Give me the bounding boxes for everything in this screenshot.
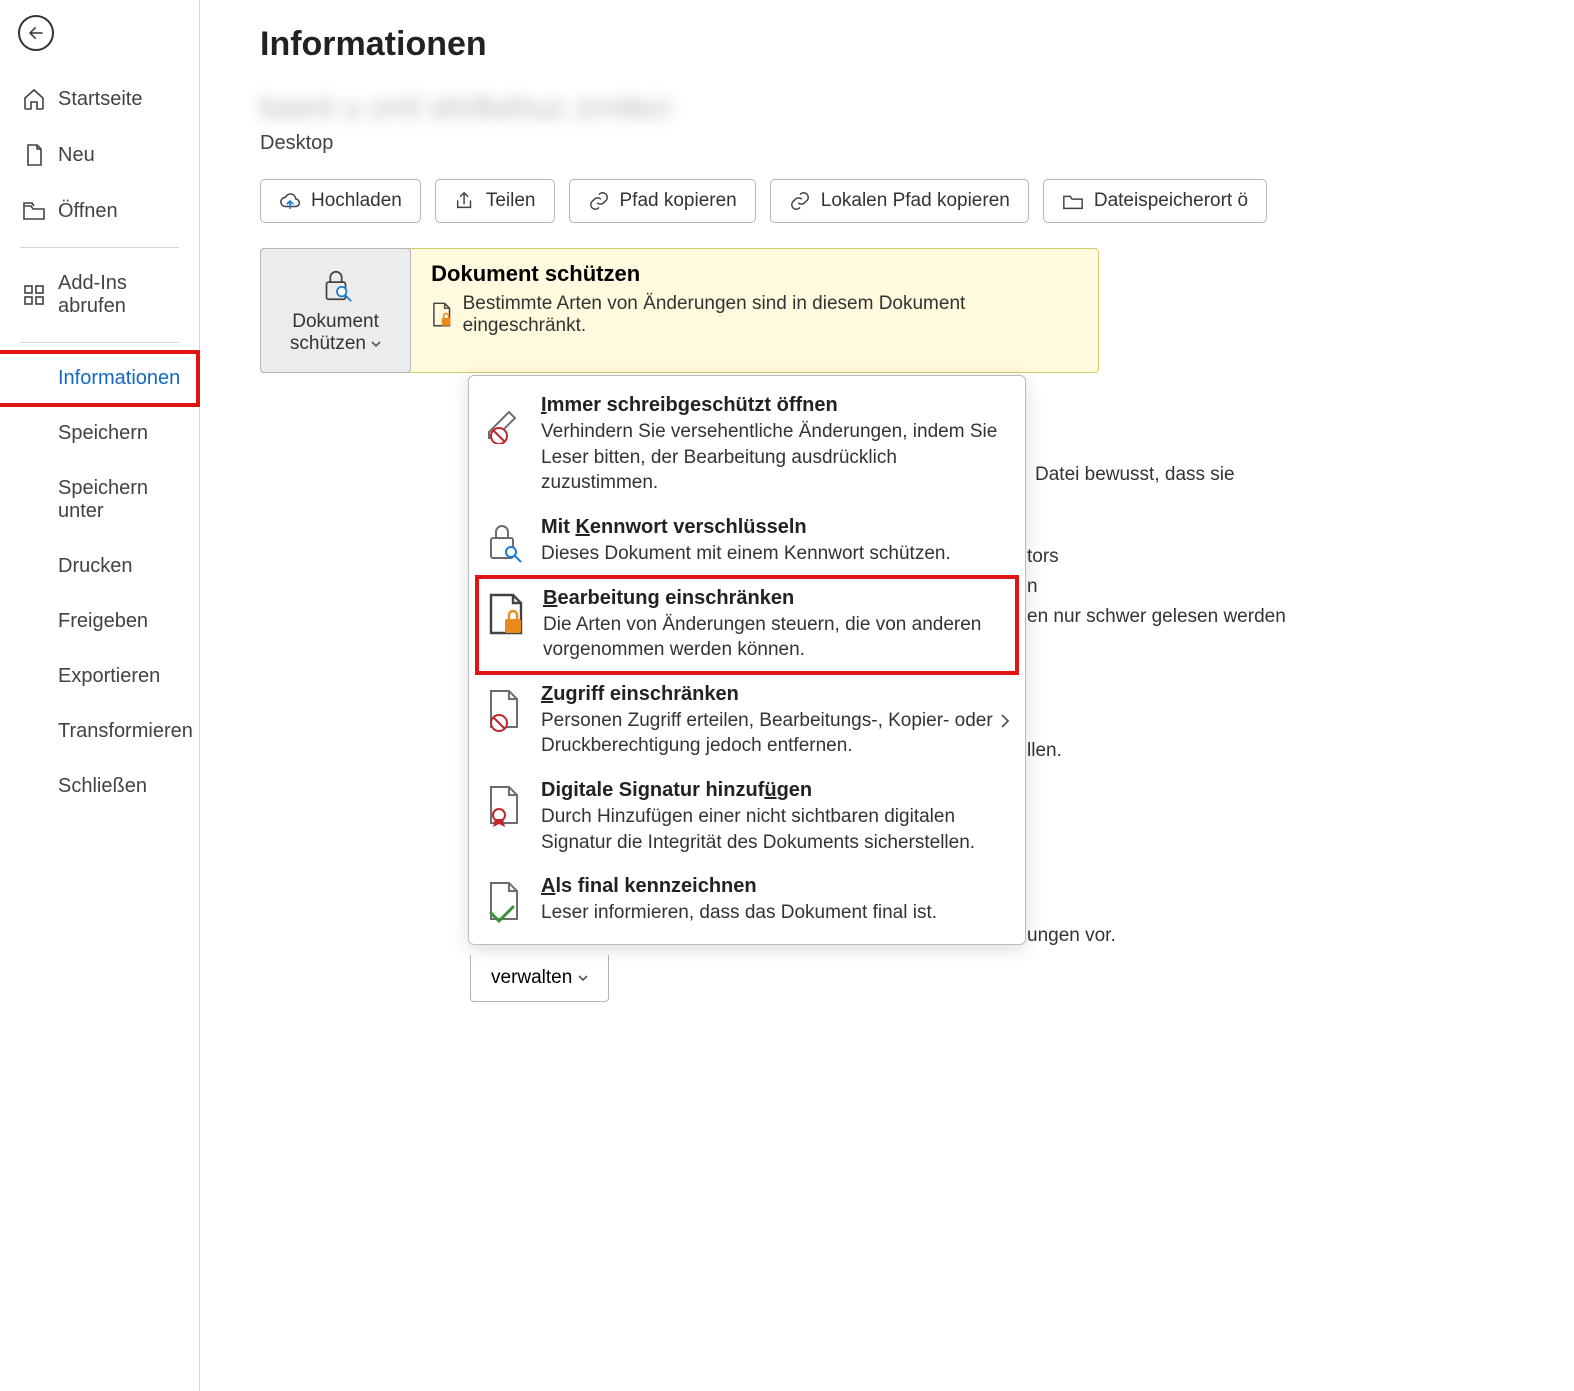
upload-button[interactable]: Hochladen [260,179,421,223]
menu-item-desc: Dieses Dokument mit einem Kennwort schüt… [541,541,1007,567]
menu-item-desc: Durch Hinzufügen einer nicht sichtbaren … [541,804,1007,855]
lock-key-icon [481,520,527,566]
sidebar-item-exportieren[interactable]: Exportieren [0,649,199,704]
link-icon [789,190,811,212]
sidebar-item-speichern[interactable]: Speichern [0,406,199,461]
open-location-button[interactable]: Dateispeicherort ö [1043,179,1267,223]
button-label: Lokalen Pfad kopieren [821,190,1010,212]
sidebar-item-speichern-unter[interactable]: Speichern unter [0,461,199,539]
lock-key-icon [317,267,355,303]
pencil-prohibit-icon [481,398,527,444]
sidebar-item-label: Speichern [58,422,148,445]
protect-document-dropdown-button[interactable]: Dokument schützen [260,248,411,373]
menu-item-mark-final[interactable]: Als final kennzeichnen Leser informieren… [469,865,1025,936]
document-check-icon [481,879,527,925]
button-label: Hochladen [311,190,402,212]
document-lock-icon [483,591,529,637]
menu-item-title: Digitale Signatur hinzufügen [541,779,1007,802]
sidebar-item-label: Schließen [58,775,147,798]
document-title-obscured: lownt u zml shrlbshuz zrmbcr [260,89,1574,126]
bg-text: tors [1027,546,1059,568]
menu-item-restrict-access[interactable]: Zugriff einschränken Personen Zugriff er… [469,673,1025,769]
new-document-icon [22,143,46,167]
menu-item-encrypt-password[interactable]: Mit Kennwort verschlüsseln Dieses Dokume… [469,506,1025,577]
sidebar-item-label: Informationen [58,367,180,390]
panel-message: Bestimmte Arten von Änderungen sind in d… [463,293,1078,337]
sidebar-item-label: Neu [58,144,95,167]
protect-document-dropdown-menu: Immer schreibgeschützt öffnen Verhindern… [468,375,1026,945]
link-icon [588,190,610,212]
sidebar-item-informationen[interactable]: Informationen [0,351,199,406]
divider [20,247,179,248]
sidebar-item-schliessen[interactable]: Schließen [0,759,199,814]
arrow-left-icon [27,24,45,42]
bg-text: llen. [1027,740,1062,762]
sidebar-item-addins[interactable]: Add-Ins abrufen [0,256,199,334]
menu-item-restrict-editing[interactable]: Bearbeitung einschränken Die Arten von Ä… [475,575,1019,675]
sidebar-item-label: Speichern unter [58,477,199,523]
menu-item-desc: Die Arten von Änderungen steuern, die vo… [543,612,1007,663]
menu-item-readonly[interactable]: Immer schreibgeschützt öffnen Verhindern… [469,384,1025,506]
menu-item-title: Immer schreibgeschützt öffnen [541,394,1007,417]
copy-path-button[interactable]: Pfad kopieren [569,179,756,223]
manage-dropdown-button[interactable]: verwalten [470,955,609,1002]
upload-cloud-icon [279,190,301,212]
folder-open-icon [22,199,46,223]
sidebar-item-label: Freigeben [58,610,148,633]
button-label: Pfad kopieren [620,190,737,212]
document-path: Desktop [260,132,1574,155]
document-prohibit-icon [481,687,527,733]
folder-open-icon [1062,190,1084,212]
main-content: Informationen lownt u zml shrlbshuz zrmb… [200,0,1574,1391]
menu-item-title: Bearbeitung einschränken [543,587,1007,610]
button-label: Teilen [486,190,536,212]
sidebar-item-freigeben[interactable]: Freigeben [0,594,199,649]
sidebar-item-startseite[interactable]: Startseite [0,71,199,127]
menu-item-title: Mit Kennwort verschlüsseln [541,516,1007,539]
menu-item-desc: Leser informieren, dass das Dokument fin… [541,900,1007,926]
bg-text: ungen vor. [1027,925,1116,947]
bg-text: Datei bewusst, dass sie [1035,464,1235,486]
share-icon [454,190,476,212]
button-label: verwalten [491,967,572,989]
document-lock-warning-icon [431,302,452,328]
divider [20,342,179,343]
menu-item-desc: Personen Zugriff erteilen, Bearbeitungs-… [541,708,1007,759]
copy-local-path-button[interactable]: Lokalen Pfad kopieren [770,179,1029,223]
sidebar-item-label: Add-Ins abrufen [58,272,199,318]
sidebar-item-label: Drucken [58,555,132,578]
chevron-down-icon [371,339,381,349]
chevron-down-icon [578,973,588,983]
sidebar-item-transformieren[interactable]: Transformieren [0,704,199,759]
chevron-right-icon [999,713,1011,729]
sidebar-item-oeffnen[interactable]: Öffnen [0,183,199,239]
sidebar-item-label: Exportieren [58,665,160,688]
page-title: Informationen [260,25,1574,64]
protect-document-panel: Dokument schützen Dokument schützen Best… [260,248,1099,373]
sidebar: Startseite Neu Öffnen Add-Ins abrufen In… [0,0,200,1391]
menu-item-desc: Verhindern Sie versehentliche Änderungen… [541,419,1007,496]
sidebar-item-label: Transformieren [58,720,193,743]
bg-text: n [1027,576,1038,598]
back-button[interactable] [18,15,54,51]
document-ribbon-icon [481,783,527,829]
sidebar-item-drucken[interactable]: Drucken [0,539,199,594]
button-row: Hochladen Teilen Pfad kopieren Lokalen P… [260,179,1574,223]
menu-item-title: Als final kennzeichnen [541,875,1007,898]
button-label-line1: Dokument [292,311,379,332]
bg-text: en nur schwer gelesen werden [1027,606,1286,628]
button-label-line2: schützen [290,333,366,354]
sidebar-item-neu[interactable]: Neu [0,127,199,183]
sidebar-item-label: Startseite [58,88,142,111]
panel-heading: Dokument schützen [431,261,1078,287]
addins-icon [22,283,46,307]
button-label: Dateispeicherort ö [1094,190,1248,212]
menu-item-title: Zugriff einschränken [541,683,1007,706]
sidebar-item-label: Öffnen [58,200,118,223]
share-button[interactable]: Teilen [435,179,555,223]
home-icon [22,87,46,111]
menu-item-digital-signature[interactable]: Digitale Signatur hinzufügen Durch Hinzu… [469,769,1025,865]
